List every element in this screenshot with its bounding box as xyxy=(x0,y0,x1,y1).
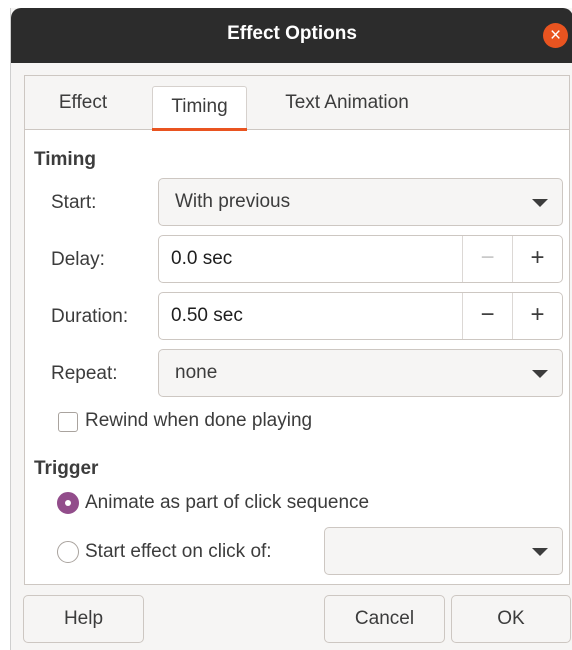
delay-decrement-button[interactable]: − xyxy=(462,236,512,282)
duration-label: Duration: xyxy=(51,306,129,327)
delay-spinbox[interactable]: 0.0 sec − + xyxy=(158,235,563,283)
tab-timing[interactable]: Timing xyxy=(152,86,247,131)
close-icon[interactable]: × xyxy=(543,23,568,48)
click-sequence-radio[interactable] xyxy=(57,492,79,514)
click-object-dropdown[interactable] xyxy=(324,527,563,575)
tab-notebook: Effect Timing Text Animation Timing Star… xyxy=(24,75,570,585)
delay-increment-button[interactable]: + xyxy=(512,236,562,282)
click-sequence-label[interactable]: Animate as part of click sequence xyxy=(85,492,369,514)
duration-spinbox[interactable]: 0.50 sec − + xyxy=(158,292,563,340)
repeat-dropdown[interactable]: none xyxy=(158,349,563,397)
dropdown-arrow-icon xyxy=(532,199,548,207)
dropdown-arrow-icon xyxy=(532,548,548,556)
start-on-click-label[interactable]: Start effect on click of: xyxy=(85,541,272,563)
tab-text-animation[interactable]: Text Animation xyxy=(267,76,427,129)
delay-value[interactable]: 0.0 sec xyxy=(171,248,232,270)
help-button[interactable]: Help xyxy=(23,595,144,643)
start-dropdown[interactable]: With previous xyxy=(158,178,563,226)
title-bar: Effect Options × xyxy=(11,8,572,63)
ok-button[interactable]: OK xyxy=(451,595,571,643)
effect-options-dialog: Effect Options × Effect Timing Text Anim… xyxy=(10,8,572,650)
repeat-label: Repeat: xyxy=(51,363,118,384)
tab-effect[interactable]: Effect xyxy=(41,76,125,129)
cancel-button[interactable]: Cancel xyxy=(324,595,445,643)
delay-label: Delay: xyxy=(51,249,105,270)
start-on-click-radio[interactable] xyxy=(57,541,79,563)
dropdown-arrow-icon xyxy=(532,370,548,378)
duration-value[interactable]: 0.50 sec xyxy=(171,305,243,327)
start-value: With previous xyxy=(175,191,291,212)
start-label: Start: xyxy=(51,192,97,213)
tab-bar: Effect Timing Text Animation xyxy=(25,76,569,131)
duration-increment-button[interactable]: + xyxy=(512,293,562,339)
trigger-section-title: Trigger xyxy=(34,458,99,479)
rewind-label[interactable]: Rewind when done playing xyxy=(85,410,312,432)
timing-section-title: Timing xyxy=(34,149,96,170)
rewind-checkbox[interactable] xyxy=(58,412,78,432)
duration-decrement-button[interactable]: − xyxy=(462,293,512,339)
dialog-title: Effect Options xyxy=(227,23,357,44)
repeat-value: none xyxy=(175,362,218,383)
